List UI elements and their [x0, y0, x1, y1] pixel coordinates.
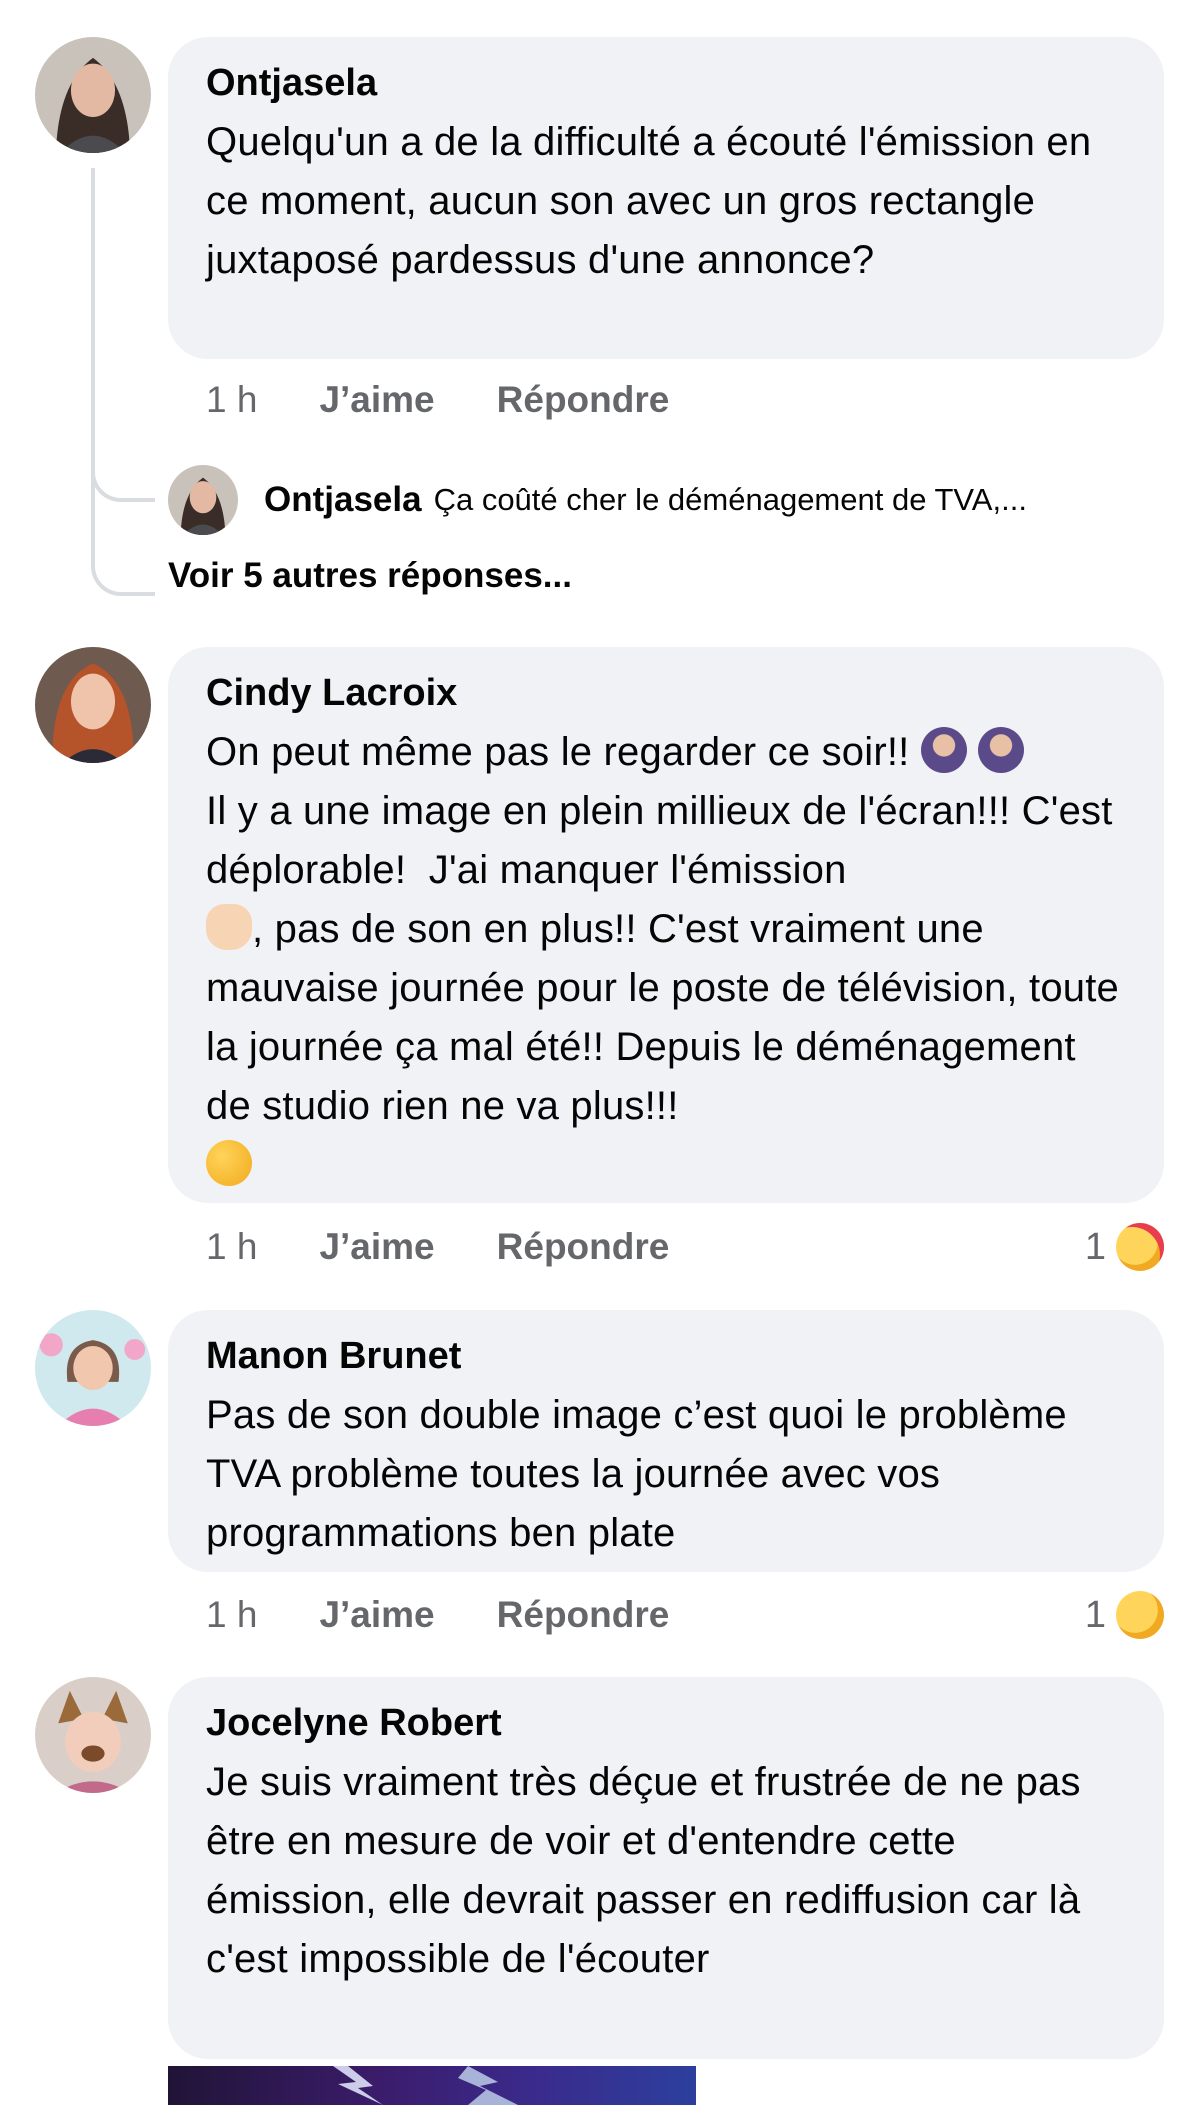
sad-reaction-icon	[1116, 1591, 1164, 1639]
comment-author[interactable]: Manon Brunet	[206, 1332, 1128, 1380]
comment-author[interactable]: Ontjasela	[206, 59, 1128, 107]
comment-author[interactable]: Jocelyne Robert	[206, 1699, 1128, 1747]
reply-text: Ça coûté cher le déménagement de TVA,...	[433, 482, 1027, 517]
comment-bubble: Cindy Lacroix On peut même pas le regard…	[168, 647, 1164, 1203]
thinking-face-emoji-icon	[206, 1140, 252, 1186]
comment-text: On peut même pas le regarder ce soir!! I…	[206, 723, 1128, 1195]
comment-actions: 1 h J’aime Répondre	[206, 1590, 669, 1640]
comment-bubble: Ontjasela Quelqu'un a de la difficulté a…	[168, 37, 1164, 359]
reaction-summary[interactable]: 1	[1085, 1222, 1164, 1272]
like-button[interactable]: J’aime	[319, 379, 434, 421]
comment-time[interactable]: 1 h	[206, 1226, 257, 1268]
comment-actions: 1 h J’aime Répondre	[206, 375, 669, 425]
reaction-count: 1	[1084, 1225, 1106, 1268]
comment-author[interactable]: Cindy Lacroix	[206, 669, 1128, 717]
comment-actions: 1 h J’aime Répondre	[206, 1222, 669, 1272]
reply-button[interactable]: Répondre	[497, 1226, 670, 1268]
view-more-replies-link[interactable]: Voir 5 autres réponses...	[168, 556, 572, 596]
comment-text-part: , pas de son en plus!! C'est vraiment un…	[206, 907, 1131, 1128]
like-button[interactable]: J’aime	[319, 1594, 434, 1636]
lightning-image	[333, 2066, 518, 2105]
reply-button[interactable]: Répondre	[497, 379, 670, 421]
reaction-count: 1	[1084, 1593, 1106, 1636]
facepalm-emoji-icon	[978, 727, 1025, 773]
profile-photo-cindy	[35, 647, 151, 763]
comment-text-part: Il y a une image en plein millieux de l'…	[206, 789, 1124, 892]
comment-image-attachment[interactable]	[168, 2066, 696, 2105]
avatar[interactable]	[35, 1310, 151, 1426]
comment-bubble: Manon Brunet Pas de son double image c’e…	[168, 1310, 1164, 1572]
reply-author[interactable]: Ontjasela	[264, 480, 422, 520]
profile-photo-manon	[35, 1310, 151, 1426]
like-button[interactable]: J’aime	[319, 1226, 434, 1268]
profile-photo-jocelyne	[35, 1677, 151, 1793]
profile-photo-ontjasela	[35, 37, 151, 153]
avatar[interactable]	[35, 37, 151, 153]
clapping-hands-emoji-icon	[206, 904, 252, 950]
comment-text: Quelqu'un a de la difficulté a écouté l'…	[206, 120, 1103, 282]
avatar	[168, 465, 238, 535]
reply-preview[interactable]: Ontjasela Ça coûté cher le déménagement …	[168, 462, 1170, 538]
comment-text-part: On peut même pas le regarder ce soir!!	[206, 730, 910, 774]
facepalm-emoji-icon	[920, 727, 967, 773]
avatar[interactable]	[35, 1677, 151, 1793]
reply-connector-line	[91, 168, 155, 502]
comment-bubble: Jocelyne Robert Je suis vraiment très dé…	[168, 1677, 1164, 2059]
reply-button[interactable]: Répondre	[497, 1594, 670, 1636]
comment-time[interactable]: 1 h	[206, 1594, 257, 1636]
comment-text: Je suis vraiment très déçue et frustrée …	[206, 1760, 1093, 1981]
care-reaction-icon	[1116, 1223, 1164, 1271]
avatar[interactable]	[35, 647, 151, 763]
reaction-summary[interactable]: 1	[1085, 1590, 1164, 1640]
comment-time[interactable]: 1 h	[206, 379, 257, 421]
comment-text: Pas de son double image c’est quoi le pr…	[206, 1393, 1078, 1555]
